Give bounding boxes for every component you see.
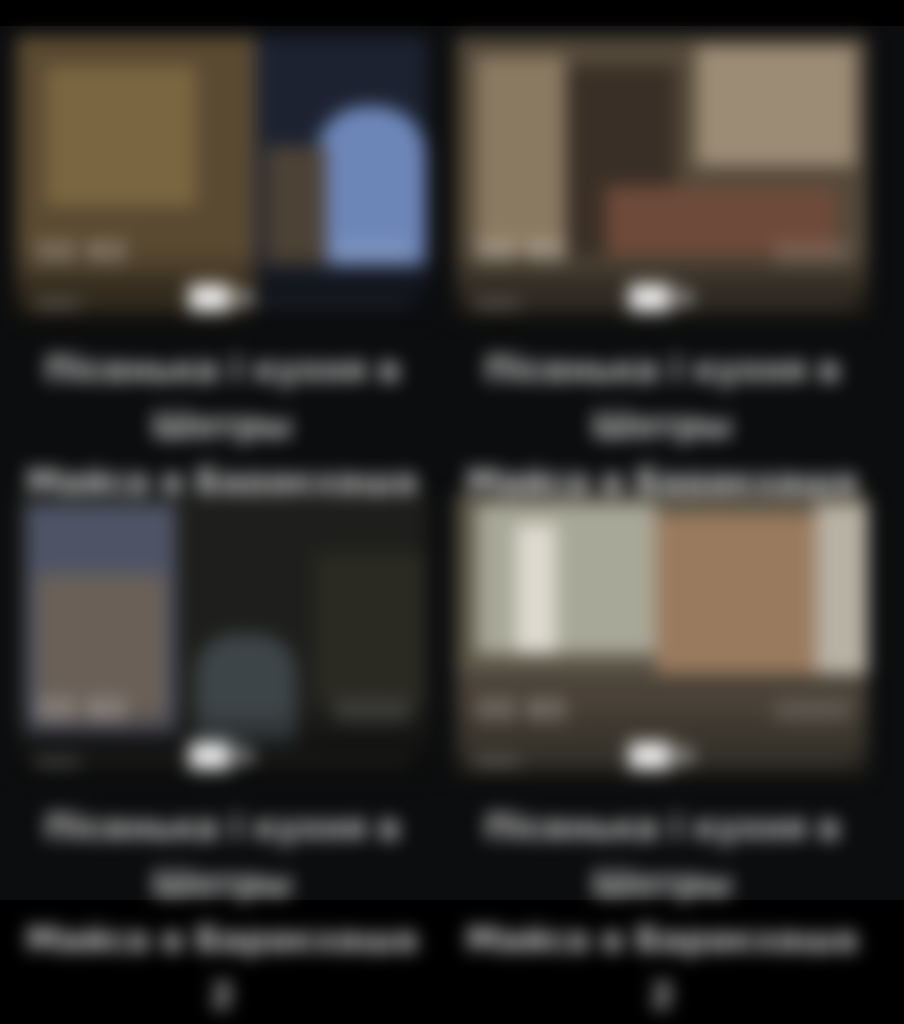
- play-icon: [189, 742, 231, 770]
- watermark-left: ΣΣ ΕΣ: [38, 238, 129, 268]
- video-title-line1: Пісенька і кухня в Шотры: [44, 350, 400, 446]
- video-title-line2: Майса в Баракхаша 2: [25, 920, 419, 1016]
- video-thumbnail[interactable]: ΣΣ ΕΣ ΞΞΞΞΞ: [16, 494, 428, 778]
- video-title[interactable]: Пісенька і кухня в Шотры Майса в Баракха…: [458, 800, 866, 1024]
- watermark-left: ΣΣ ΕΣ: [38, 696, 129, 726]
- video-grid: ΣΣ ΕΣ ΞΞΞΞΞ Пісенька і кухня в Шотры Май…: [0, 26, 904, 1016]
- play-icon: [629, 284, 671, 312]
- watermark-right: ΞΞΞΞΞ: [334, 240, 410, 268]
- play-button[interactable]: [629, 742, 695, 770]
- video-title-line1: Пісенька і кухня в Шотры: [484, 808, 840, 904]
- video-grid-frame: ΣΣ ΕΣ ΞΞΞΞΞ Пісенька і кухня в Шотры Май…: [0, 26, 904, 1016]
- watermark-right: ΞΞΞΞΞ: [334, 698, 410, 726]
- video-card[interactable]: ΣΣ ΕΣ ΞΞΞΞΞ Пісенька і кухня в Шотры Май…: [8, 30, 436, 558]
- play-triangle-icon: [239, 746, 255, 766]
- video-thumbnail[interactable]: ΣΣ ΕΣ ΞΞΞΞΞ: [16, 36, 428, 320]
- watermark-right: ΞΞΞΞΞ: [774, 698, 850, 726]
- play-icon: [629, 742, 671, 770]
- watermark-left: ΣΣ ΕΣ: [478, 238, 569, 268]
- video-title-line2: Майса в Баракхаша 2: [465, 920, 859, 1016]
- video-thumbnail[interactable]: ΣΣ ΕΣ ΞΞΞΞΞ: [456, 36, 868, 320]
- video-card[interactable]: ΣΣ ΕΣ ΞΞΞΞΞ Пісенька і кухня в Шотры Май…: [448, 488, 876, 1016]
- play-button[interactable]: [189, 284, 255, 312]
- video-title[interactable]: Пісенька і кухня в Шотры Майса в Баракха…: [18, 800, 426, 1024]
- video-card[interactable]: ΣΣ ΕΣ ΞΞΞΞΞ Пісенька і кухня в Шотры Май…: [448, 30, 876, 558]
- video-title-line1: Пісенька і кухня в Шотры: [44, 808, 400, 904]
- play-triangle-icon: [679, 288, 695, 308]
- play-icon: [189, 284, 231, 312]
- watermark-left: ΣΣ ΕΣ: [478, 696, 569, 726]
- play-triangle-icon: [239, 288, 255, 308]
- video-thumbnail[interactable]: ΣΣ ΕΣ ΞΞΞΞΞ: [456, 494, 868, 778]
- video-title-line1: Пісенька і кухня в Шотры: [484, 350, 840, 446]
- watermark-right: ΞΞΞΞΞ: [774, 240, 850, 268]
- play-triangle-icon: [679, 746, 695, 766]
- play-button[interactable]: [189, 742, 255, 770]
- play-button[interactable]: [629, 284, 695, 312]
- video-card[interactable]: ΣΣ ΕΣ ΞΞΞΞΞ Пісенька і кухня в Шотры Май…: [8, 488, 436, 1016]
